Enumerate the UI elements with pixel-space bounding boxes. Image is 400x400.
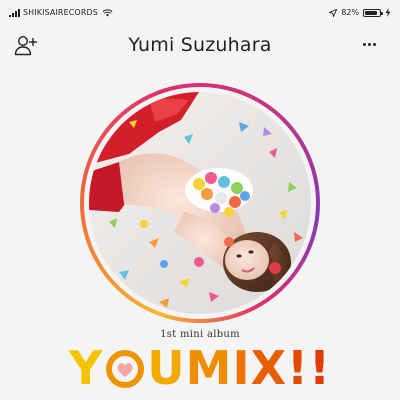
story-ring [80,83,320,323]
status-left: SHIKISAIRECORDS [9,8,113,17]
profile-photo-image [89,92,311,314]
carrier-name: SHIKISAIRECORDS [23,8,98,17]
heart-o-icon [106,350,145,388]
location-icon [329,8,338,17]
battery-cap [381,11,383,15]
signal-icon [9,8,20,17]
album-title-letter: M [185,341,233,395]
profile-photo[interactable] [89,92,311,314]
status-right: 82% [329,8,391,17]
more-icon-dot [367,42,371,46]
more-options-button[interactable] [360,38,378,50]
profile-name: Yumi Suzuhara [128,34,272,56]
more-icon-dot [362,42,366,46]
status-bar: SHIKISAIRECORDS 82% [0,0,400,24]
album-title-letter: ! [309,341,331,395]
app-screen: SHIKISAIRECORDS 82% Yumi Suzuhara 1st mi… [0,0,400,400]
battery-fill [365,10,377,15]
album-title: Y UMIX!! [0,340,400,396]
album-title-letter: Y [68,341,104,395]
charging-bolt-icon [385,8,391,17]
more-icon-dot [372,42,376,46]
profile-header: Yumi Suzuhara [0,26,400,66]
album-title-letter: I [232,341,251,395]
album-title-letter: X [250,341,288,395]
album-title-letter: ! [287,341,310,395]
album-title-letter: U [147,341,186,395]
battery-icon [363,8,383,17]
wifi-icon [102,8,113,17]
album-subtitle: 1st mini album [160,329,240,340]
battery-percent: 82% [341,8,359,17]
